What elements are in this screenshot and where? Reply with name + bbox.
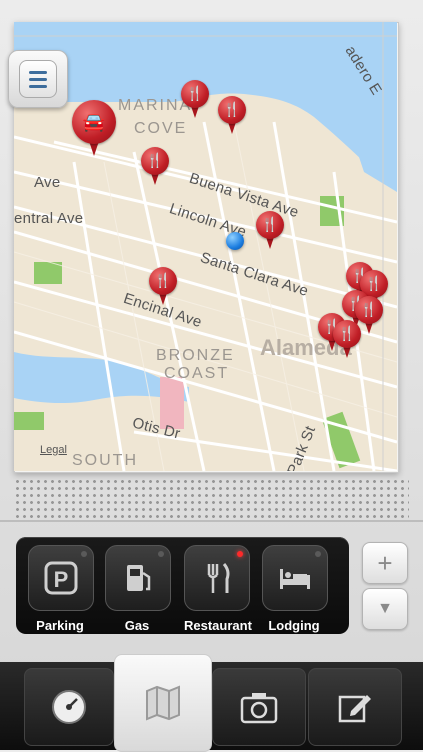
current-location-marker	[226, 232, 244, 250]
map-icon	[146, 685, 180, 721]
restaurant-pin[interactable]: 🍴	[333, 320, 361, 360]
tab-camera[interactable]	[212, 668, 306, 746]
car-icon: 🚘	[82, 112, 106, 132]
status-led	[158, 551, 164, 557]
edit-icon	[338, 695, 371, 723]
speedometer-icon	[52, 690, 86, 724]
triangle-down-icon: ▼	[377, 600, 393, 617]
street-label: Ave	[34, 174, 61, 191]
tab-dashboard[interactable]	[24, 668, 114, 746]
fork-knife-icon: 🍴	[338, 325, 356, 341]
divider	[0, 520, 423, 522]
speaker-grill	[14, 478, 409, 518]
status-led	[81, 551, 87, 557]
restaurant-pin[interactable]: 🍴	[181, 80, 209, 120]
menu-button[interactable]	[8, 50, 68, 108]
category-restaurant[interactable]: Restaurant	[184, 545, 252, 633]
map-area-label: BRONZE	[156, 347, 235, 364]
status-led-active	[237, 551, 243, 557]
zoom-in-button[interactable]: +	[362, 542, 408, 584]
map-area-label: COVE	[134, 120, 188, 137]
fork-knife-icon: 🍴	[146, 152, 164, 168]
bed-icon	[280, 569, 310, 589]
fork-knife-icon: 🍴	[154, 272, 172, 288]
zoom-out-button[interactable]: ▼	[362, 588, 408, 630]
category-label: Gas	[124, 618, 150, 633]
fork-knife-icon: 🍴	[261, 216, 279, 232]
fork-knife-icon	[207, 563, 230, 593]
fork-knife-icon: 🍴	[223, 101, 241, 117]
restaurant-pin[interactable]: 🍴	[256, 211, 284, 251]
category-label: Restaurant	[184, 618, 252, 633]
status-led	[315, 551, 321, 557]
street-label: entral Ave	[14, 210, 84, 227]
fork-knife-icon: 🍴	[186, 85, 204, 101]
tab-notes[interactable]	[308, 668, 402, 746]
svg-text:P: P	[54, 567, 69, 592]
parking-pin[interactable]: 🚘	[72, 100, 116, 158]
tab-bar	[0, 654, 423, 752]
fork-knife-icon: 🍴	[360, 301, 378, 317]
category-gas[interactable]: Gas	[105, 545, 171, 633]
hamburger-menu-icon	[19, 60, 57, 98]
app-screen: MARINA COVE BRONZE COAST SOUTH Alameda B…	[0, 0, 423, 752]
camera-icon	[240, 693, 278, 724]
restaurant-pin[interactable]: 🍴	[141, 147, 169, 187]
map-area-label: SOUTH	[72, 452, 138, 469]
restaurant-pin[interactable]: 🍴	[218, 96, 246, 136]
category-lodging[interactable]: Lodging	[262, 545, 328, 633]
parking-icon: P	[44, 561, 78, 595]
map-area-label: COAST	[164, 365, 230, 382]
plus-icon: +	[377, 547, 393, 578]
gas-pump-icon	[127, 565, 151, 591]
legal-link[interactable]: Legal	[40, 444, 67, 456]
category-label: Lodging	[268, 618, 320, 633]
restaurant-pin[interactable]: 🍴	[149, 267, 177, 307]
category-strip[interactable]: P Parking Gas Restaurant Lodging	[16, 537, 349, 634]
category-parking[interactable]: P Parking	[28, 545, 94, 633]
tab-map[interactable]	[114, 654, 212, 752]
category-label: Parking	[36, 618, 84, 633]
